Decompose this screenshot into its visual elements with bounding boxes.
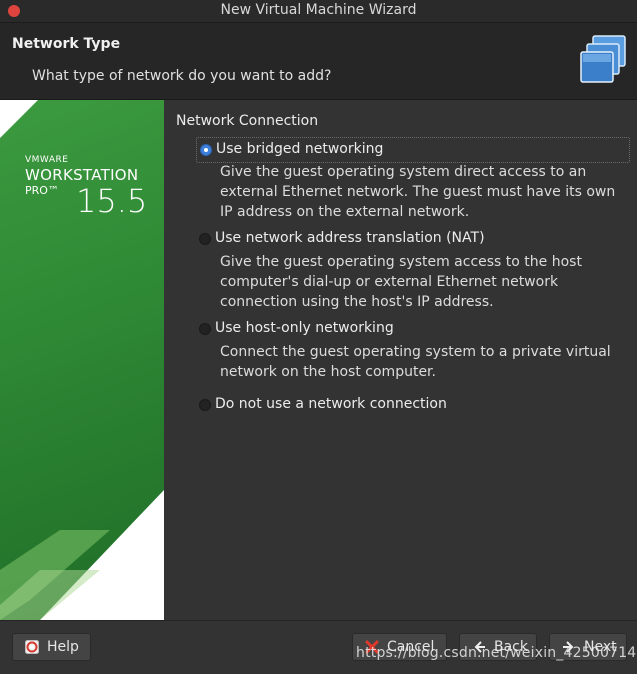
option-bridged[interactable]: Use bridged networking <box>196 137 630 163</box>
option-description: Give the guest operating system access t… <box>220 254 582 310</box>
option-label[interactable]: Do not use a network connection <box>215 396 447 412</box>
radio-nat[interactable] <box>199 233 211 245</box>
option-label[interactable]: Use host-only networking <box>215 320 394 336</box>
option-label[interactable]: Use network address translation (NAT) <box>215 230 485 246</box>
network-options-panel: Network Connection Use bridged networkin… <box>164 100 637 620</box>
radio-bridged[interactable] <box>200 144 212 156</box>
option-description: Give the guest operating system direct a… <box>220 164 616 220</box>
radio-no-network[interactable] <box>199 399 211 411</box>
option-no-network[interactable]: Do not use a network connection <box>196 393 628 417</box>
brand-vmware: VMWARE <box>25 155 69 165</box>
wizard-window: New Virtual Machine Wizard Network Type … <box>0 0 637 674</box>
title-bar: New Virtual Machine Wizard <box>0 0 637 23</box>
brand-version: 15.5 <box>76 182 148 220</box>
option-nat[interactable]: Use network address translation (NAT) <box>196 227 628 251</box>
section-title: Network Connection <box>176 113 319 129</box>
wizard-header: Network Type What type of network do you… <box>0 23 637 100</box>
option-host-only[interactable]: Use host-only networking <box>196 317 628 341</box>
option-description: Connect the guest operating system to a … <box>220 344 611 380</box>
brand-edition: PRO™ <box>25 184 59 197</box>
network-wizard-icon <box>580 35 626 83</box>
product-banner: VMWARE WORKSTATION PRO™ 15.5 <box>0 100 164 620</box>
help-lifebuoy-icon <box>25 640 39 654</box>
watermark-text: https://blog.csdn.net/weixin_42500714 <box>356 645 637 661</box>
page-subtitle: What type of network do you want to add? <box>32 68 332 84</box>
help-label: Help <box>47 639 79 655</box>
option-label[interactable]: Use bridged networking <box>216 141 383 157</box>
window-title: New Virtual Machine Wizard <box>220 2 417 18</box>
page-title: Network Type <box>12 36 121 52</box>
help-button[interactable]: Help <box>12 633 91 661</box>
radio-host-only[interactable] <box>199 323 211 335</box>
